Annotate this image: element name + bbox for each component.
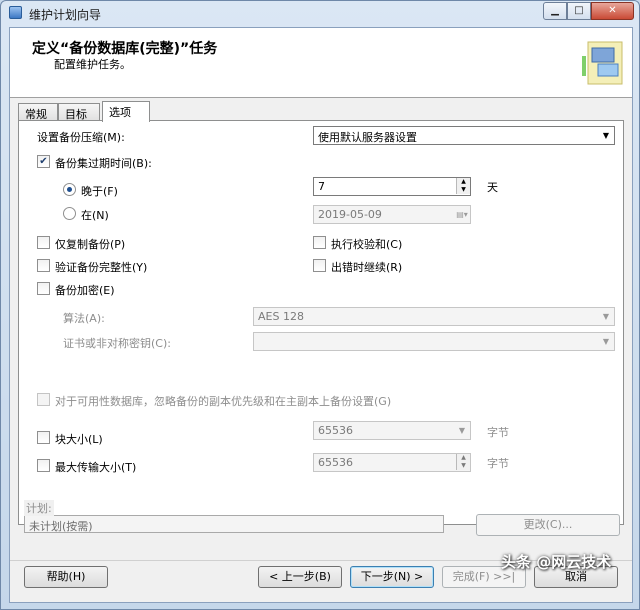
help-button[interactable]: 帮助(H) [24,566,108,588]
compression-value: 使用默认服务器设置 [318,131,417,144]
max-transfer-checkbox[interactable] [37,459,50,472]
options-panel: 设置备份压缩(M): 使用默认服务器设置 ▼ ✔ 备份集过期时间(B): 晚于(… [18,120,624,525]
encrypt-checkbox[interactable] [37,282,50,295]
minimize-button[interactable]: ▁ [543,2,567,20]
expire-label: 备份集过期时间(B): [55,157,152,170]
tab-options[interactable]: 选项 [102,101,150,122]
tab-general[interactable]: 常规 [18,103,58,121]
page-title: 定义“备份数据库(完整)”任务 [32,41,218,57]
copy-only-label: 仅复制备份(P) [55,238,126,251]
after-radio[interactable] [63,183,76,196]
block-size-label: 块大小(L) [55,433,103,446]
spin-down-icon[interactable]: ▼ [456,462,470,470]
wizard-header: 定义“备份数据库(完整)”任务 配置维护任务。 [10,28,632,98]
verify-checkbox[interactable] [37,259,50,272]
wizard-window: 维护计划向导 ▁ □ ✕ 定义“备份数据库(完整)”任务 配置维护任务。 常规 … [0,0,640,610]
cert-select[interactable]: ▼ [253,332,615,351]
checksum-checkbox[interactable] [313,236,326,249]
close-button[interactable]: ✕ [591,2,634,20]
cert-label: 证书或非对称密钥(C): [63,337,171,350]
watermark-text: 头条 @网云技术 [501,553,612,571]
date-picker[interactable]: 2019-05-09 ▤▾ [313,205,471,224]
ag-setting-checkbox[interactable] [37,393,50,406]
on-date-label: 在(N) [81,209,109,222]
days-unit: 天 [487,181,498,194]
algorithm-label: 算法(A): [63,312,105,325]
continue-on-error-checkbox[interactable] [313,259,326,272]
compression-label: 设置备份压缩(M): [37,131,125,144]
compression-select[interactable]: 使用默认服务器设置 ▼ [313,126,615,145]
maximize-icon: □ [574,5,584,16]
spin-up-icon[interactable]: ▲ [456,178,470,186]
max-transfer-input[interactable]: 65536 ▲ ▼ [313,453,471,472]
chevron-down-icon: ▼ [602,337,610,346]
chevron-down-icon: ▼ [602,131,610,140]
date-value: 2019-05-09 [318,208,382,221]
max-transfer-unit: 字节 [487,457,509,470]
expire-checkbox[interactable]: ✔ [37,155,50,168]
client-area: 定义“备份数据库(完整)”任务 配置维护任务。 常规 目标 选项 设置备份压缩(… [9,27,633,603]
back-button[interactable]: < 上一步(B) [258,566,342,588]
block-size-value: 65536 [318,424,353,437]
spin-down-icon[interactable]: ▼ [456,186,470,194]
spin-up-icon[interactable]: ▲ [456,454,470,462]
change-schedule-button[interactable]: 更改(C)... [476,514,620,536]
checksum-label: 执行校验和(C) [331,238,403,251]
continue-on-error-label: 出错时继续(R) [331,261,403,274]
maximize-button[interactable]: □ [567,2,591,20]
block-size-select[interactable]: 65536 ▼ [313,421,471,440]
after-label: 晚于(F) [81,185,118,198]
days-input[interactable]: 7 ▲ ▼ [313,177,471,196]
app-icon [9,6,22,19]
close-icon: ✕ [608,5,617,16]
calendar-icon: ▤▾ [456,210,468,219]
chevron-down-icon: ▼ [602,312,610,321]
copy-only-checkbox[interactable] [37,236,50,249]
chevron-down-icon: ▼ [458,426,466,435]
max-transfer-label: 最大传输大小(T) [55,461,137,474]
verify-label: 验证备份完整性(Y) [55,261,148,274]
block-size-checkbox[interactable] [37,431,50,444]
minimize-icon: ▁ [551,5,559,16]
page-subtitle: 配置维护任务。 [54,58,131,71]
schedule-value: 未计划(按需) [29,520,93,533]
ag-setting-label: 对于可用性数据库，忽略备份的副本优先级和在主副本上备份设置(G) [55,395,392,408]
tab-options-label: 选项 [109,106,131,119]
algorithm-value: AES 128 [258,310,304,323]
on-date-radio[interactable] [63,207,76,220]
tab-destination[interactable]: 目标 [58,103,100,121]
max-transfer-value: 65536 [318,456,353,469]
wizard-graphic-icon [582,41,623,85]
schedule-field: 未计划(按需) [24,515,444,533]
algorithm-select[interactable]: AES 128 ▼ [253,307,615,326]
block-size-unit: 字节 [487,426,509,439]
encrypt-label: 备份加密(E) [55,284,115,297]
schedule-label: 计划: [24,500,54,516]
window-title: 维护计划向导 [29,8,102,22]
title-bar[interactable]: 维护计划向导 ▁ □ ✕ [1,1,639,25]
days-value: 7 [318,180,325,193]
next-button[interactable]: 下一步(N) > [350,566,434,588]
